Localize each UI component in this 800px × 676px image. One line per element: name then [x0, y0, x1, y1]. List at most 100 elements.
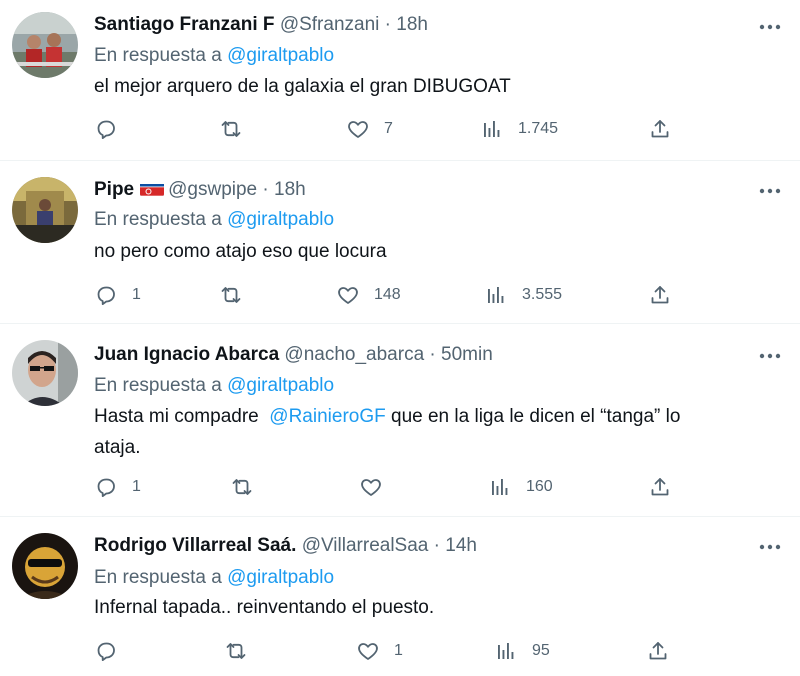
more-dots-icon[interactable]: [756, 346, 784, 366]
tweet-pipe[interactable]: Pipe @gswpipe · 18h En respuesta a @giral…: [0, 161, 800, 323]
like-button[interactable]: 7: [346, 114, 393, 144]
retweet-icon: [219, 283, 243, 307]
share-button[interactable]: [648, 114, 672, 144]
views-bar-chart-icon: [494, 639, 518, 663]
avatar[interactable]: [12, 12, 78, 78]
views-button[interactable]: 95: [494, 636, 550, 666]
tweet-header: Juan Ignacio Abarca @nacho_abarca · 50mi…: [94, 342, 493, 368]
reply-mention-link[interactable]: @giraltpablo: [227, 45, 334, 66]
like-count: 1: [394, 642, 403, 659]
north-korea-flag-emoji: [140, 181, 165, 196]
tweet-text: Infernal tapada.. reinventando el puesto…: [94, 592, 784, 623]
views-bar-chart-icon: [484, 283, 508, 307]
reply-bubble-icon: [94, 117, 118, 141]
retweet-button[interactable]: [224, 636, 262, 666]
retweet-button[interactable]: [219, 114, 257, 144]
tweet-header: Pipe @gswpipe · 18h: [94, 177, 306, 203]
more-dots-icon[interactable]: [756, 181, 784, 201]
tweet-juan[interactable]: Juan Ignacio Abarca @nacho_abarca · 50mi…: [0, 324, 800, 516]
reply-button[interactable]: 1: [94, 472, 141, 502]
tweet-text-content: el mejor arquero de la galaxia el gran D…: [94, 76, 511, 97]
display-name[interactable]: Santiago Franzani F: [94, 14, 275, 35]
reply-bubble-icon: [94, 639, 118, 663]
reply-context: En respuesta a @giraltpablo: [94, 43, 334, 69]
tweet-header: Rodrigo Villarreal Saá. @VillarrealSaa ·…: [94, 533, 477, 559]
user-handle[interactable]: @gswpipe: [168, 179, 257, 200]
reply-prefix: En respuesta a: [94, 45, 222, 66]
tweet-text-content: no pero como atajo eso que locura: [94, 241, 387, 262]
avatar[interactable]: [12, 340, 78, 406]
timestamp[interactable]: 18h: [274, 179, 306, 200]
views-button[interactable]: 160: [488, 472, 553, 502]
reply-context: En respuesta a @giraltpablo: [94, 565, 334, 591]
tweet-rodrigo[interactable]: Rodrigo Villarreal Saá. @VillarrealSaa ·…: [0, 517, 800, 676]
like-count: 7: [384, 120, 393, 137]
user-handle[interactable]: @nacho_abarca: [284, 344, 424, 365]
tweet-text: Hasta mi compadre @RainieroGF que en la …: [94, 401, 784, 463]
display-name[interactable]: Juan Ignacio Abarca: [94, 344, 279, 365]
like-button[interactable]: 1: [356, 636, 403, 666]
reply-button[interactable]: [94, 114, 132, 144]
tweet-actions: 1 148 3.555: [94, 280, 694, 310]
share-button[interactable]: [646, 636, 670, 666]
timestamp[interactable]: 50min: [441, 344, 493, 365]
avatar[interactable]: [12, 533, 78, 599]
more-dots-icon[interactable]: [756, 537, 784, 557]
like-button[interactable]: 148: [336, 280, 401, 310]
views-button[interactable]: 1.745: [480, 114, 558, 144]
reply-button[interactable]: 1: [94, 280, 141, 310]
tweet-text-after-mention: que en la liga le dicen el “tanga” lo: [391, 406, 681, 427]
reply-context: En respuesta a @giraltpablo: [94, 207, 334, 233]
share-button[interactable]: [648, 280, 672, 310]
timestamp[interactable]: 18h: [396, 14, 428, 35]
retweet-icon: [219, 117, 243, 141]
tweet-text-content: Infernal tapada.. reinventando el puesto…: [94, 597, 435, 618]
tweet-actions: 1 95: [94, 636, 694, 666]
reply-count: 1: [132, 478, 141, 495]
tweet-header: Santiago Franzani F @Sfranzani · 18h: [94, 12, 428, 38]
share-button[interactable]: [648, 472, 672, 502]
separator: ·: [262, 179, 269, 200]
reply-button[interactable]: [94, 636, 132, 666]
tweet-actions: 7 1.745: [94, 114, 694, 144]
avatar[interactable]: [12, 177, 78, 243]
heart-icon: [346, 117, 370, 141]
views-count: 3.555: [522, 286, 563, 303]
views-count: 1.745: [518, 120, 559, 137]
reply-bubble-icon: [94, 475, 118, 499]
reply-prefix: En respuesta a: [94, 567, 222, 588]
tweet-text-line: ataja.: [94, 437, 141, 458]
share-upload-icon: [646, 639, 670, 663]
separator: ·: [384, 14, 391, 35]
views-button[interactable]: 3.555: [484, 280, 562, 310]
more-dots-icon[interactable]: [756, 17, 784, 37]
views-bar-chart-icon: [488, 475, 512, 499]
retweet-button[interactable]: [219, 280, 257, 310]
tweet-mention-link[interactable]: @RainieroGF: [269, 406, 385, 427]
views-bar-chart-icon: [480, 117, 504, 141]
tweet-text: el mejor arquero de la galaxia el gran D…: [94, 71, 784, 102]
display-name[interactable]: Rodrigo Villarreal Saá.: [94, 535, 296, 556]
reply-mention-link[interactable]: @giraltpablo: [227, 375, 334, 396]
retweet-icon: [224, 639, 248, 663]
views-count: 160: [526, 478, 553, 495]
separator: ·: [433, 535, 440, 556]
tweet-santiago[interactable]: Santiago Franzani F @Sfranzani · 18h En …: [0, 0, 800, 160]
heart-icon: [336, 283, 360, 307]
user-handle[interactable]: @Sfranzani: [280, 14, 380, 35]
reply-prefix: En respuesta a: [94, 209, 222, 230]
separator: ·: [429, 344, 436, 365]
user-handle[interactable]: @VillarrealSaa: [302, 535, 429, 556]
views-count: 95: [532, 642, 550, 659]
reply-mention-link[interactable]: @giraltpablo: [227, 567, 334, 588]
display-name[interactable]: Pipe: [94, 179, 134, 200]
like-button[interactable]: [359, 472, 397, 502]
timestamp[interactable]: 14h: [445, 535, 477, 556]
reply-mention-link[interactable]: @giraltpablo: [227, 209, 334, 230]
tweet-text-before-mention: Hasta mi compadre: [94, 406, 259, 427]
tweet-text: no pero como atajo eso que locura: [94, 236, 784, 267]
retweet-button[interactable]: [230, 472, 268, 502]
reply-context: En respuesta a @giraltpablo: [94, 373, 334, 399]
tweet-text-line: Hasta mi compadre @RainieroGF que en la …: [94, 401, 784, 432]
retweet-icon: [230, 475, 254, 499]
